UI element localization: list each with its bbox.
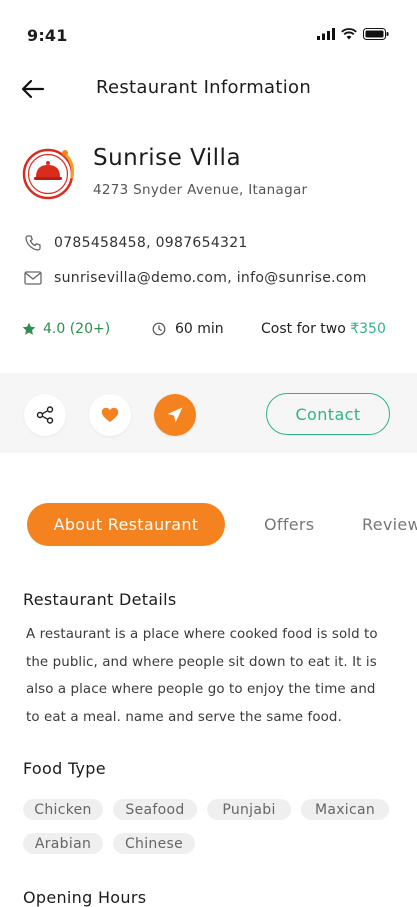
restaurant-address: 4273 Snyder Avenue, Itanagar	[93, 182, 308, 198]
restaurant-name: Sunrise Villa	[93, 145, 242, 171]
delivery-time: 60 min	[152, 321, 224, 337]
status-icons	[317, 28, 389, 40]
food-chip-punjabi[interactable]: Punjabi	[207, 799, 291, 820]
food-type-heading: Food Type	[23, 759, 106, 778]
email-addresses[interactable]: sunrisevilla@demo.com, info@sunrise.com	[54, 270, 367, 286]
cost-for-two: Cost for two ₹350	[261, 321, 386, 337]
delivery-time-value: 60 min	[175, 321, 224, 337]
heart-icon	[101, 407, 119, 422]
restaurant-logo	[22, 148, 75, 200]
tab-bar: About Restaurant Offers Reviews	[0, 503, 417, 547]
tab-about-restaurant[interactable]: About Restaurant	[27, 503, 225, 546]
food-chip-seafood[interactable]: Seafood	[113, 799, 197, 820]
cost-value: ₹350	[350, 321, 386, 337]
share-icon	[36, 406, 54, 424]
wifi-icon	[341, 28, 357, 40]
restaurant-details-heading: Restaurant Details	[23, 590, 177, 609]
status-time: 9:41	[27, 26, 68, 45]
back-arrow-icon[interactable]	[20, 76, 46, 102]
star-icon	[22, 322, 36, 335]
page-title: Restaurant Information	[96, 77, 312, 98]
food-chip-chinese[interactable]: Chinese	[113, 833, 195, 854]
phone-numbers[interactable]: 0785458458, 0987654321	[54, 235, 248, 251]
tab-reviews[interactable]: Reviews	[362, 515, 417, 534]
food-chip-chicken[interactable]: Chicken	[23, 799, 103, 820]
action-bar: Contact	[0, 373, 417, 453]
email-row[interactable]: sunrisevilla@demo.com, info@sunrise.com	[24, 270, 367, 286]
phone-icon	[25, 235, 41, 251]
food-chip-maxican[interactable]: Maxican	[301, 799, 389, 820]
navigate-button[interactable]	[154, 394, 196, 436]
navigation-arrow-icon	[167, 407, 183, 423]
share-button[interactable]	[24, 394, 66, 436]
signal-icon	[317, 28, 335, 40]
cost-label: Cost for two	[261, 321, 346, 337]
rating: 4.0 (20+)	[22, 321, 110, 337]
phone-row[interactable]: 0785458458, 0987654321	[24, 234, 248, 252]
opening-hours-heading: Opening Hours	[23, 888, 147, 907]
contact-button[interactable]: Contact	[266, 393, 390, 435]
rating-value: 4.0 (20+)	[43, 321, 111, 337]
food-chip-arabian[interactable]: Arabian	[23, 833, 103, 854]
restaurant-description: A restaurant is a place where cooked foo…	[26, 627, 378, 725]
status-bar: 9:41	[0, 0, 417, 60]
clock-icon	[152, 322, 166, 336]
battery-icon	[363, 28, 389, 40]
restaurant-meta: 4.0 (20+) 60 min Cost for two ₹350	[22, 321, 402, 343]
tab-offers[interactable]: Offers	[264, 515, 314, 534]
favorite-button[interactable]	[89, 394, 131, 436]
mail-icon	[24, 271, 42, 285]
app-header: Restaurant Information	[0, 70, 417, 110]
